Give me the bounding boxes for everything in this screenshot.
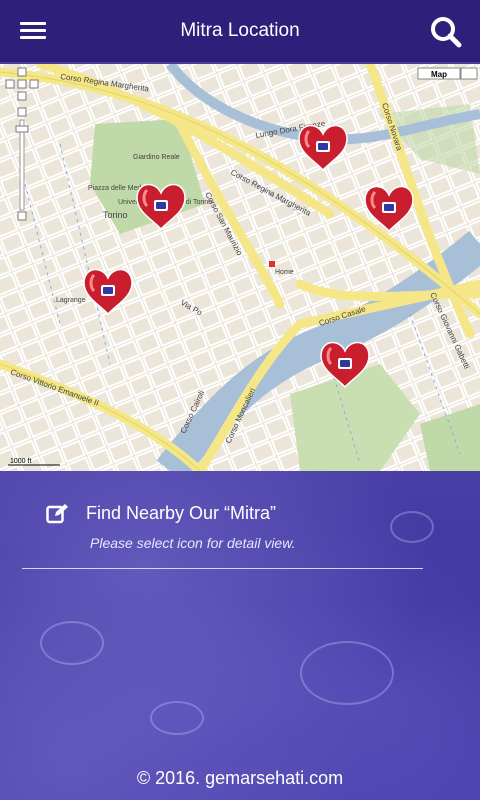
map-type-label: Map bbox=[431, 70, 447, 79]
background-bubble bbox=[150, 701, 204, 735]
map-scale-label: 1000 ft bbox=[10, 458, 31, 465]
location-map[interactable]: Torino Università degli Studi di Torino … bbox=[0, 64, 480, 471]
app-header: Mitra Location bbox=[0, 0, 480, 62]
background-bubble bbox=[390, 511, 434, 543]
map-type-button[interactable]: Map bbox=[417, 67, 478, 80]
background-bubble bbox=[40, 621, 104, 665]
search-icon[interactable] bbox=[428, 14, 464, 50]
map-label-lagrange: Lagrange bbox=[56, 297, 86, 304]
info-panel: Find Nearby Our “Mitra” Please select ic… bbox=[0, 471, 480, 800]
edit-icon bbox=[46, 503, 70, 525]
map-label-giardino: Giardino Reale bbox=[133, 154, 180, 161]
map-label-torino: Torino bbox=[103, 210, 128, 220]
copyright-footer: © 2016. gemarsehati.com bbox=[136, 768, 344, 788]
map-label-home: Home bbox=[275, 269, 294, 276]
home-marker-icon bbox=[269, 261, 275, 267]
background-bubble bbox=[300, 641, 394, 705]
page-title: Mitra Location bbox=[180, 20, 300, 41]
find-nearby-title: Find Nearby Our “Mitra” bbox=[86, 503, 277, 523]
find-nearby-subtitle: Please select icon for detail view. bbox=[90, 535, 296, 551]
divider bbox=[22, 568, 423, 569]
